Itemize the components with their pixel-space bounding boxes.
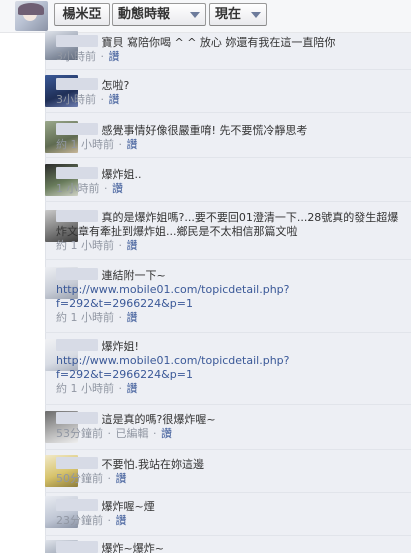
comment-text: 爆炸喔~煙 <box>101 500 155 513</box>
comment-text: 寶貝 寫陪你喝 ^ ^ 放心 妳還有我在這一直陪你 <box>101 36 336 49</box>
comment-meta: 約 1 小時前 · 讚 <box>56 311 138 324</box>
commenter-name[interactable] <box>56 78 98 90</box>
profile-avatar[interactable] <box>15 1 48 31</box>
comment-text: 爆炸姐! <box>101 340 139 353</box>
time-dropdown[interactable]: 現在 <box>209 3 267 26</box>
comment-body: 爆炸姐! http://www.mobile01.com/topicdetail… <box>56 339 406 396</box>
like-link[interactable]: 讚 <box>127 239 138 252</box>
comment-time[interactable]: 約 1 小時前 <box>56 382 114 395</box>
commenter-name[interactable] <box>56 167 98 179</box>
comment-meta: 3小時前 · 讚 <box>56 50 120 63</box>
comment-meta: 約 1 小時前 · 讚 <box>56 138 138 151</box>
commenter-name[interactable] <box>56 457 98 469</box>
comment-time[interactable]: 約 1 小時前 <box>56 138 114 151</box>
commenter-name[interactable] <box>56 35 98 47</box>
chevron-down-icon <box>251 12 261 18</box>
comment-body: 真的是爆炸姐嗎?...要不要回01澄清一下...28號真的發生超爆炸文章有牽扯到… <box>56 210 406 253</box>
comment-meta: 53分鐘前 · 已編輯 · 讚 <box>56 427 172 440</box>
commenter-name[interactable] <box>56 210 98 222</box>
comment-text: 爆炸~爆炸~ <box>101 542 164 553</box>
comment-text: 怎啦? <box>101 79 130 92</box>
comment-time[interactable]: 約 1 小時前 <box>56 239 114 252</box>
comment-item: 不要怕.我站在妳這邊 50分鐘前 · 讚 <box>45 451 411 493</box>
comment-item: 怎啦? 3小時前 · 讚 <box>45 71 411 113</box>
comment-item: 爆炸姐! http://www.mobile01.com/topicdetail… <box>45 334 411 405</box>
comment-body: 這是真的嗎?很爆炸喔~ 53分鐘前 · 已編輯 · 讚 <box>56 412 406 441</box>
comment-time[interactable]: 1 小時前 <box>56 182 100 195</box>
top-bar: 楊米亞 動態時報 現在 <box>0 0 411 33</box>
comment-time[interactable]: 53分鐘前 <box>56 427 103 440</box>
comment-text: 不要怕.我站在妳這邊 <box>101 458 205 471</box>
comment-item: 爆炸姐.. 1 小時前 · 讚 <box>45 159 411 202</box>
comment-item: 寶貝 寫陪你喝 ^ ^ 放心 妳還有我在這一直陪你 3小時前 · 讚 <box>45 31 411 70</box>
commenter-name[interactable] <box>56 412 98 424</box>
commenter-name[interactable] <box>56 123 98 135</box>
like-link[interactable]: 讚 <box>109 93 120 106</box>
comment-body: 怎啦? 3小時前 · 讚 <box>56 78 406 107</box>
comment-meta: 約 1 小時前 · 讚 <box>56 382 138 395</box>
comment-body: 寶貝 寫陪你喝 ^ ^ 放心 妳還有我在這一直陪你 3小時前 · 讚 <box>56 35 406 64</box>
comment-text: 感覺事情好像很嚴重唷! 先不要慌冷靜思考 <box>101 124 308 137</box>
comment-body: 不要怕.我站在妳這邊 50分鐘前 · 讚 <box>56 457 406 486</box>
comment-text: 真的是爆炸姐嗎?...要不要回01澄清一下...28號真的發生超爆炸文章有牽扯到… <box>56 211 399 238</box>
chevron-down-icon <box>190 12 200 18</box>
comment-item: 感覺事情好像很嚴重唷! 先不要慌冷靜思考 約 1 小時前 · 讚 <box>45 114 411 158</box>
like-link[interactable]: 讚 <box>161 427 172 440</box>
like-link[interactable]: 讚 <box>127 311 138 324</box>
comment-meta: 50分鐘前 · 讚 <box>56 472 127 485</box>
comment-item: 爆炸~爆炸~ <box>45 537 411 553</box>
like-link[interactable]: 讚 <box>116 472 127 485</box>
comment-link[interactable]: http://www.mobile01.com/topicdetail.php?… <box>56 354 406 382</box>
comment-meta: 約 1 小時前 · 讚 <box>56 239 138 252</box>
commenter-name[interactable] <box>56 541 98 553</box>
comment-time[interactable]: 約 1 小時前 <box>56 311 114 324</box>
comment-time[interactable]: 3小時前 <box>56 50 96 63</box>
profile-name-button[interactable]: 楊米亞 <box>54 3 110 26</box>
comment-body: 爆炸姐.. 1 小時前 · 讚 <box>56 167 406 196</box>
comment-item: 這是真的嗎?很爆炸喔~ 53分鐘前 · 已編輯 · 讚 <box>45 406 411 450</box>
commenter-name[interactable] <box>56 499 98 511</box>
edited-label[interactable]: 已編輯 <box>116 427 149 440</box>
comment-body: 爆炸~爆炸~ <box>56 541 406 553</box>
comment-body: 連結附一下~ http://www.mobile01.com/topicdeta… <box>56 268 406 325</box>
timeline-dropdown-label: 動態時報 <box>118 7 171 22</box>
time-dropdown-label: 現在 <box>215 7 242 22</box>
comment-text: 爆炸姐.. <box>101 168 142 181</box>
comment-body: 感覺事情好像很嚴重唷! 先不要慌冷靜思考 約 1 小時前 · 讚 <box>56 123 406 152</box>
comment-meta: 1 小時前 · 讚 <box>56 182 123 195</box>
like-link[interactable]: 讚 <box>112 182 123 195</box>
comment-body: 爆炸喔~煙 23分鐘前 · 讚 <box>56 499 406 528</box>
comment-item: 真的是爆炸姐嗎?...要不要回01澄清一下...28號真的發生超爆炸文章有牽扯到… <box>45 203 411 260</box>
comment-time[interactable]: 23分鐘前 <box>56 514 103 527</box>
like-link[interactable]: 讚 <box>116 514 127 527</box>
commenter-name[interactable] <box>56 268 98 280</box>
comment-text: 這是真的嗎?很爆炸喔~ <box>101 413 216 426</box>
timeline-dropdown[interactable]: 動態時報 <box>112 3 206 26</box>
comment-time[interactable]: 50分鐘前 <box>56 472 103 485</box>
comment-text: 連結附一下~ <box>101 269 166 282</box>
like-link[interactable]: 讚 <box>127 138 138 151</box>
comment-link[interactable]: http://www.mobile01.com/topicdetail.php?… <box>56 283 406 311</box>
comment-meta: 23分鐘前 · 讚 <box>56 514 127 527</box>
comment-item: 連結附一下~ http://www.mobile01.com/topicdeta… <box>45 261 411 333</box>
comment-time[interactable]: 3小時前 <box>56 93 96 106</box>
commenter-name[interactable] <box>56 339 98 351</box>
like-link[interactable]: 讚 <box>127 382 138 395</box>
left-gutter <box>0 33 45 553</box>
comment-item: 爆炸喔~煙 23分鐘前 · 讚 <box>45 494 411 536</box>
like-link[interactable]: 讚 <box>109 50 120 63</box>
comment-meta: 3小時前 · 讚 <box>56 93 120 106</box>
